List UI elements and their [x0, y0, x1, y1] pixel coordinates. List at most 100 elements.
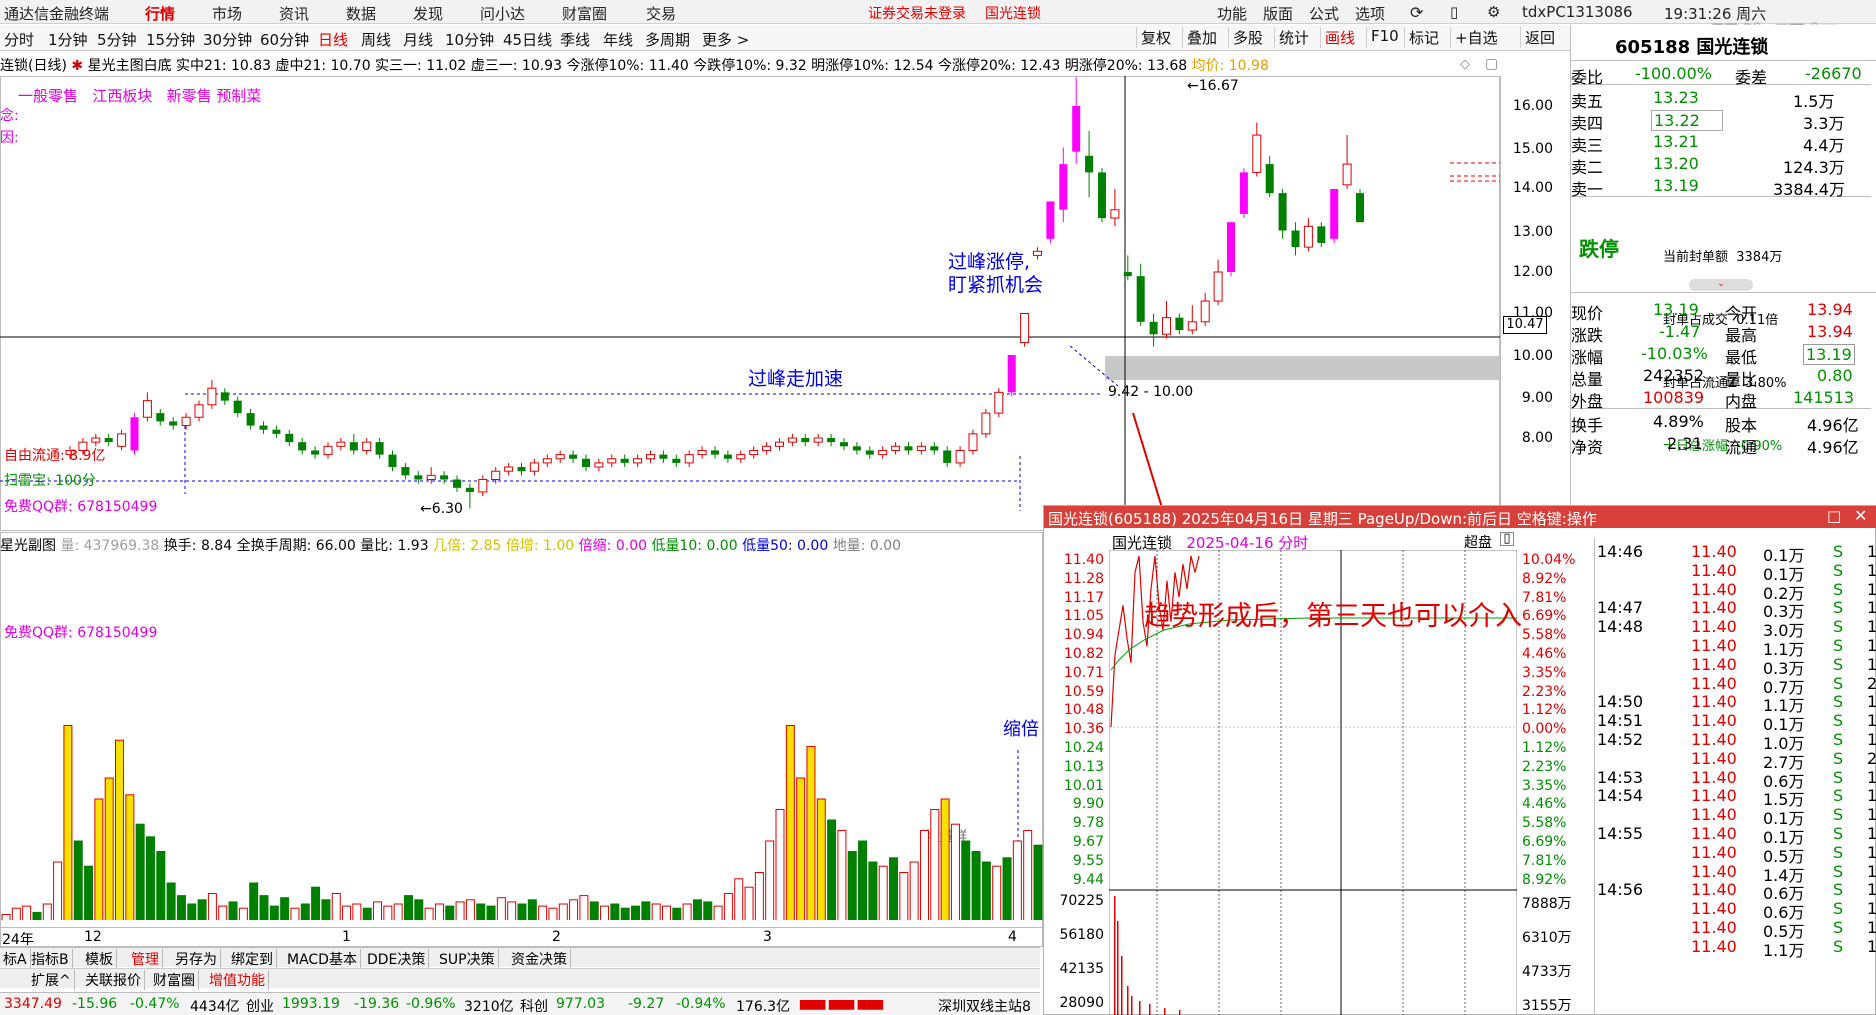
period-daily[interactable]: 日线: [318, 29, 348, 50]
btn-add-watch[interactable]: +自选: [1450, 27, 1502, 48]
maximize-icon[interactable]: ▢: [1485, 56, 1498, 72]
candlestick-chart[interactable]: [0, 76, 1500, 531]
tick-side: S: [1833, 861, 1844, 881]
menu-formula[interactable]: 公式: [1309, 3, 1339, 24]
tick-count: 1: [1867, 617, 1876, 637]
weibi-row: 委比 -100.00% 委差 -26670: [1571, 63, 1871, 87]
volume-bar: [424, 907, 434, 920]
phone-icon[interactable]: ▯: [1450, 3, 1458, 21]
btn-back[interactable]: 返回: [1520, 27, 1559, 48]
menu-tab-trade[interactable]: 交易: [646, 3, 676, 24]
server-name[interactable]: 深圳双线主站8: [938, 996, 1031, 1015]
period-60min[interactable]: 60分钟: [260, 29, 309, 50]
sell1-row[interactable]: 卖一 13.19 3384.4万: [1571, 175, 1871, 199]
price-tick: 11.17: [1063, 589, 1104, 606]
intraday-volume-bar: [1114, 896, 1116, 1015]
period-10min[interactable]: 10分钟: [445, 29, 494, 50]
tab-wealth-circle[interactable]: 财富圈: [150, 970, 199, 990]
period-quarter[interactable]: 季线: [560, 29, 590, 50]
app-title: 通达信金融终端: [4, 5, 110, 23]
menu-tab-news[interactable]: 资讯: [279, 3, 309, 24]
tick-side: S: [1833, 579, 1844, 599]
menu-tab-market[interactable]: 市场: [212, 3, 242, 24]
diamond-icon[interactable]: ◇: [1460, 57, 1470, 72]
candle: [1085, 130, 1094, 198]
period-multi[interactable]: 多周期: [645, 29, 690, 50]
tab-value-added[interactable]: 增值功能: [206, 970, 269, 990]
period-more[interactable]: 更多 >: [702, 29, 749, 50]
volume-bar: [682, 903, 692, 920]
tab-manage[interactable]: 管理: [128, 949, 163, 969]
sub-val-volratio: 量比: 1.93: [360, 538, 429, 554]
sell2-row[interactable]: 卖二 13.20 124.3万: [1571, 153, 1871, 177]
period-15min[interactable]: 15分钟: [146, 29, 195, 50]
refresh-icon[interactable]: ⟳: [1410, 3, 1423, 22]
volume-chart[interactable]: [0, 560, 1043, 920]
tab-bind[interactable]: 绑定到: [228, 949, 277, 969]
volume-bar: [589, 901, 599, 920]
btn-overlay[interactable]: 叠加: [1182, 27, 1221, 48]
tick-time: 14:50: [1597, 692, 1644, 712]
tick-count: 1: [1867, 711, 1876, 731]
popup-settings-icon[interactable]: ▯: [1500, 532, 1514, 546]
candle: [968, 429, 978, 455]
tab-macd[interactable]: MACD基本: [284, 949, 361, 969]
volume-bar: [899, 872, 909, 920]
tab-dde[interactable]: DDE决策: [364, 949, 430, 969]
tick-count: 1: [1867, 918, 1876, 937]
menu-tab-wealth[interactable]: 财富圈: [562, 3, 607, 24]
btn-f10[interactable]: F10: [1366, 27, 1403, 48]
restore-icon[interactable]: □: [1827, 507, 1841, 525]
btn-drawline[interactable]: 画线: [1320, 27, 1359, 48]
period-weekly[interactable]: 周线: [361, 29, 391, 50]
volume-bar: [600, 905, 610, 920]
sweep-score[interactable]: 扫雷宝: 100分: [4, 470, 96, 490]
candle: [504, 462, 514, 476]
tab-related[interactable]: 关联报价: [82, 970, 145, 990]
menu-tab-data[interactable]: 数据: [346, 3, 376, 24]
period-year[interactable]: 年线: [603, 29, 633, 50]
btn-mark[interactable]: 标记: [1404, 27, 1443, 48]
tick-list[interactable]: 14:46 11.40 0.1万 S 1 11.40 0.1万 S 1 11.40 0.2万 S 1 14…: [1594, 538, 1876, 1015]
login-warning[interactable]: 证券交易未登录: [868, 3, 966, 23]
btn-multistock[interactable]: 多股: [1228, 27, 1267, 48]
tab-indicator[interactable]: 指标B: [28, 949, 73, 969]
popup-titlebar[interactable]: 国光连锁(605188) 2025年04月16日 星期三 PageUp/Down…: [1044, 506, 1876, 528]
tick-time: 14:56: [1597, 880, 1644, 900]
sell4-row[interactable]: 卖四 13.22 3.3万: [1571, 109, 1871, 133]
annotation-watch: 盯紧抓机会: [948, 274, 1044, 296]
period-5min[interactable]: 5分钟: [97, 29, 137, 50]
main-indicator-name[interactable]: 星光主图白底: [88, 58, 172, 74]
period-monthly[interactable]: 月线: [403, 29, 433, 50]
expand-toggle-icon[interactable]: ⌄: [1689, 279, 1753, 291]
tab-a[interactable]: 标A: [0, 949, 31, 969]
period-30min[interactable]: 30分钟: [203, 29, 252, 50]
settings-icon[interactable]: ⚙: [1487, 3, 1500, 21]
tick-price: 11.40: [1691, 899, 1737, 919]
period-45day[interactable]: 45日线: [503, 29, 552, 50]
tab-expand[interactable]: 扩展^: [28, 970, 75, 990]
period-timeshare[interactable]: 分时: [4, 29, 34, 50]
tab-sup[interactable]: SUP决策: [436, 949, 499, 969]
sell3-row[interactable]: 卖三 13.21 4.4万: [1571, 131, 1871, 155]
tab-capital[interactable]: 资金决策: [508, 949, 571, 969]
market-statusbar: 3347.49 -15.96 -0.47% 4434亿 创业 1993.19 -…: [0, 992, 1040, 1015]
candle: [736, 450, 746, 463]
tab-template[interactable]: 模板: [82, 949, 117, 969]
overlay-button[interactable]: 超盘: [1464, 532, 1492, 552]
menu-tab-quotes[interactable]: 行情: [145, 3, 175, 24]
gear-icon[interactable]: ✱: [71, 58, 83, 74]
sell5-row[interactable]: 卖五 13.23 1.5万: [1571, 87, 1871, 111]
btn-adjust[interactable]: 复权: [1136, 27, 1175, 48]
tab-saveas[interactable]: 另存为: [172, 949, 221, 969]
close-icon[interactable]: ✕: [1854, 506, 1867, 525]
sub-chart-title[interactable]: 星光副图: [0, 538, 56, 554]
menu-layout[interactable]: 版面: [1263, 3, 1293, 24]
menu-tab-ask[interactable]: 问小达: [480, 3, 525, 24]
menu-tab-discover[interactable]: 发现: [413, 3, 443, 24]
menu-options[interactable]: 选项: [1355, 3, 1385, 24]
volume-bar: [300, 903, 310, 920]
period-1min[interactable]: 1分钟: [48, 29, 88, 50]
menu-function[interactable]: 功能: [1217, 3, 1247, 24]
btn-stats[interactable]: 统计: [1274, 27, 1313, 48]
